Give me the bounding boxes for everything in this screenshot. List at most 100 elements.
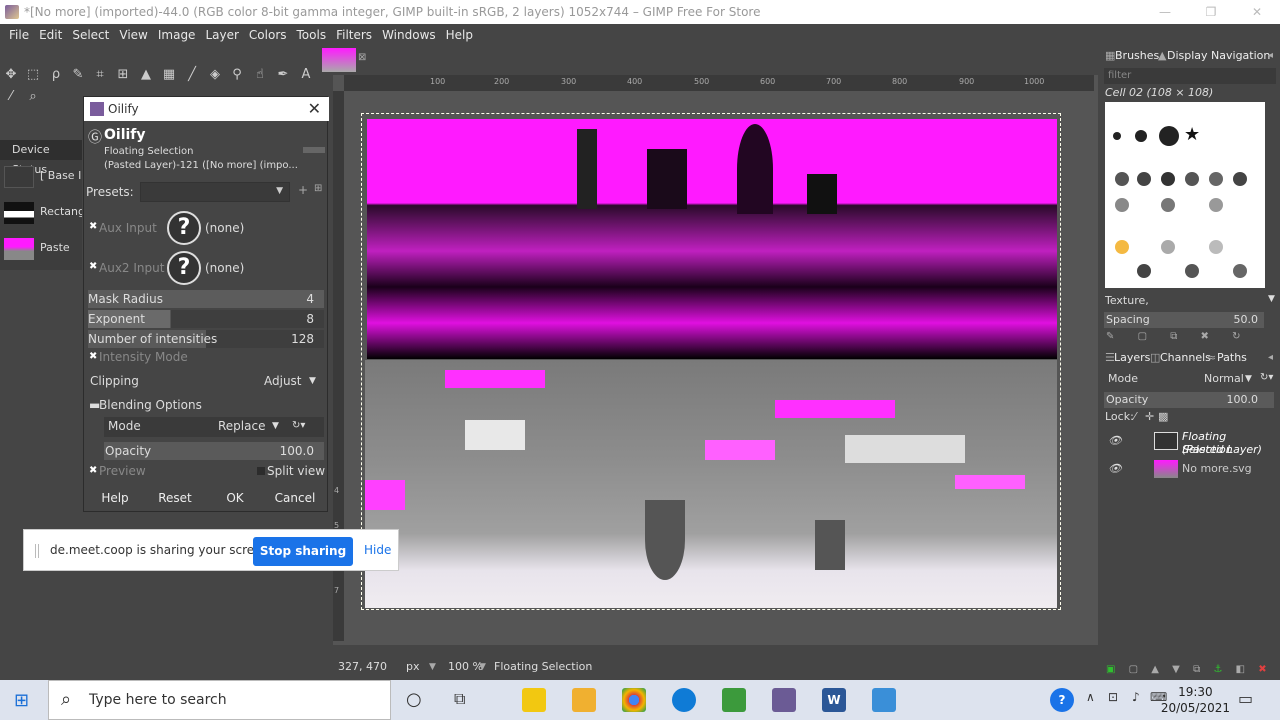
stop-sharing-button[interactable]: Stop sharing: [253, 537, 353, 566]
notifications-icon[interactable]: ▭: [1238, 689, 1253, 708]
close-dialog-icon[interactable]: ✕: [308, 97, 321, 121]
brush-swatch[interactable]: [1185, 264, 1199, 278]
gimp-taskbar-icon[interactable]: [772, 688, 796, 712]
volume-icon[interactable]: ♪: [1132, 690, 1140, 704]
help-button[interactable]: Help: [86, 487, 144, 509]
rect-select-tool-icon[interactable]: ⬚: [24, 66, 42, 84]
intensities-slider[interactable]: Number of intensities 128: [88, 330, 324, 348]
add-preset-icon[interactable]: +: [298, 183, 308, 197]
delete-brush-icon[interactable]: ✖: [1201, 331, 1209, 342]
zoom-tool-icon[interactable]: ⌕: [24, 88, 42, 106]
opacity-slider[interactable]: Opacity 100.0: [104, 442, 324, 460]
presets-dropdown[interactable]: ▼: [140, 182, 290, 202]
brush-spacing-slider[interactable]: Spacing 50.0: [1104, 312, 1264, 328]
split-view-checkbox[interactable]: [257, 467, 265, 475]
tab-layers[interactable]: Layers: [1114, 348, 1150, 368]
minimize-button[interactable]: —: [1142, 0, 1188, 24]
device-status-title[interactable]: Device Status: [0, 140, 82, 176]
delete-layer-icon[interactable]: ✖: [1258, 664, 1266, 675]
dock-menu-icon[interactable]: ◂: [1268, 348, 1273, 368]
brush-grid[interactable]: ★: [1105, 102, 1265, 288]
visibility-eye-icon[interactable]: 👁: [1108, 434, 1122, 447]
lock-alpha-icon[interactable]: ▩: [1158, 410, 1168, 423]
aux-input-picker-icon[interactable]: ?: [167, 211, 201, 245]
duplicate-brush-icon[interactable]: ⧉: [1170, 331, 1177, 342]
word-icon[interactable]: W: [822, 688, 846, 712]
brush-swatch[interactable]: [1161, 198, 1175, 212]
brush-swatch[interactable]: [1209, 172, 1223, 186]
app-icon[interactable]: [722, 688, 746, 712]
brush-swatch[interactable]: [1137, 172, 1151, 186]
aux2-toggle-icon[interactable]: ✖: [89, 261, 97, 272]
visibility-eye-icon[interactable]: 👁: [1108, 462, 1122, 475]
device-row[interactable]: Rectangl: [0, 198, 82, 228]
brush-swatch[interactable]: [1115, 172, 1129, 186]
raise-layer-icon[interactable]: ▲: [1151, 664, 1159, 675]
preset-menu-icon[interactable]: ⊞: [314, 183, 322, 194]
fuzzy-select-tool-icon[interactable]: ✎: [69, 66, 87, 84]
lasso-tool-icon[interactable]: ρ: [47, 66, 65, 84]
edge-icon[interactable]: [672, 688, 696, 712]
anchor-layer-icon[interactable]: ⚓: [1213, 664, 1222, 675]
cortana-icon[interactable]: ○: [406, 689, 422, 710]
composite-mode-icon[interactable]: ↻▾: [292, 417, 305, 435]
image-tab-thumbnail[interactable]: [322, 48, 356, 72]
bucket-fill-icon[interactable]: ▲: [137, 66, 155, 84]
duplicate-layer-icon[interactable]: ⧉: [1193, 664, 1200, 675]
photos-icon[interactable]: [872, 688, 896, 712]
move-tool-icon[interactable]: ✥: [2, 66, 20, 84]
aux2-input-picker-icon[interactable]: ?: [167, 251, 201, 285]
menu-edit[interactable]: Edit: [34, 28, 67, 42]
new-group-icon[interactable]: ▢: [1129, 664, 1138, 675]
menu-select[interactable]: Select: [67, 28, 114, 42]
cancel-button[interactable]: Cancel: [266, 487, 324, 509]
clone-tool-icon[interactable]: ⚲: [228, 66, 246, 84]
dialog-title-bar[interactable]: Oilify ✕: [84, 97, 329, 121]
restore-button[interactable]: ❐: [1188, 0, 1234, 24]
windows-start-icon[interactable]: ⊞: [14, 690, 29, 711]
dock-menu-icon[interactable]: ◂: [1268, 46, 1273, 66]
brush-swatch[interactable]: [1159, 126, 1179, 146]
new-layer-icon[interactable]: ▣: [1106, 664, 1115, 675]
layer-mode-dropdown[interactable]: Normal: [1204, 372, 1244, 385]
brush-swatch[interactable]: [1161, 240, 1175, 254]
preview-checkbox[interactable]: ✖: [89, 465, 97, 476]
close-window-button[interactable]: ✕: [1234, 0, 1280, 24]
ok-button[interactable]: OK: [206, 487, 264, 509]
brush-swatch[interactable]: [1113, 132, 1121, 140]
mask-radius-slider[interactable]: Mask Radius 4: [88, 290, 324, 308]
tab-paths[interactable]: Paths: [1217, 348, 1247, 368]
transform-tool-icon[interactable]: ⊞: [114, 66, 132, 84]
brush-swatch[interactable]: [1209, 240, 1223, 254]
brush-swatch[interactable]: [1209, 198, 1223, 212]
mask-layer-icon[interactable]: ◧: [1236, 664, 1245, 675]
layer-row[interactable]: 👁 Floating Selection (Pasted Layer): [1100, 430, 1280, 456]
menu-help[interactable]: Help: [441, 28, 478, 42]
hide-button[interactable]: Hide: [364, 543, 391, 557]
paintbrush-tool-icon[interactable]: ╱: [183, 66, 201, 84]
layer-composite-icon[interactable]: ↻▾: [1260, 372, 1273, 383]
clipping-dropdown[interactable]: Adjust: [264, 374, 302, 388]
menu-image[interactable]: Image: [153, 28, 201, 42]
blending-options-label[interactable]: Blending Options: [99, 398, 202, 412]
file-explorer-icon[interactable]: [572, 688, 596, 712]
sticky-notes-icon[interactable]: [522, 688, 546, 712]
brush-swatch[interactable]: [1115, 240, 1129, 254]
smudge-tool-icon[interactable]: ☝: [251, 66, 269, 84]
brush-swatch[interactable]: [1233, 172, 1247, 186]
refresh-brushes-icon[interactable]: ↻: [1232, 331, 1240, 342]
exponent-slider[interactable]: Exponent 8: [88, 310, 324, 328]
unit-select[interactable]: px: [406, 657, 420, 677]
eraser-tool-icon[interactable]: ◈: [206, 66, 224, 84]
layer-opacity-slider[interactable]: Opacity 100.0: [1104, 392, 1274, 408]
brush-filter-input[interactable]: filter: [1104, 68, 1276, 84]
chrome-icon[interactable]: [622, 688, 646, 712]
clock[interactable]: 19:30 20/05/2021: [1161, 684, 1230, 716]
tray-chevron-icon[interactable]: ∧: [1086, 690, 1095, 704]
network-icon[interactable]: ⊡: [1108, 690, 1118, 704]
path-tool-icon[interactable]: ✒: [274, 66, 292, 84]
lower-layer-icon[interactable]: ▼: [1172, 664, 1180, 675]
blend-mode-dropdown[interactable]: Mode Replace ▼ ↻▾: [104, 417, 324, 437]
aux-toggle-icon[interactable]: ✖: [89, 221, 97, 232]
tab-channels[interactable]: Channels: [1160, 348, 1211, 368]
